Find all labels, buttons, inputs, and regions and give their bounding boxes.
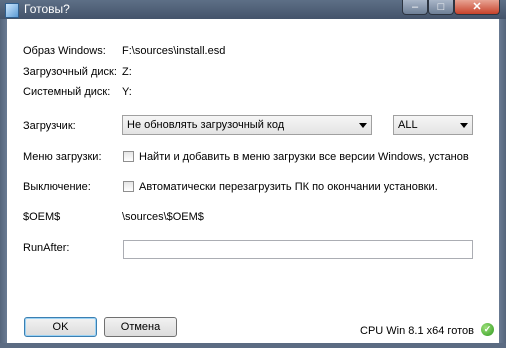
dialog-body: Образ Windows: F:\sources\install.esd За…: [7, 19, 499, 343]
shutdown-label: Выключение:: [23, 181, 91, 193]
runafter-input[interactable]: [123, 240, 473, 259]
bootloader-label: Загрузчик:: [23, 120, 76, 132]
runafter-label: RunAfter:: [23, 242, 70, 254]
chevron-down-icon: [460, 123, 468, 128]
image-value: F:\sources\install.esd: [122, 45, 226, 57]
ok-button[interactable]: OK: [24, 317, 97, 337]
boot-menu-checkbox-label[interactable]: Найти и добавить в меню загрузки все вер…: [139, 151, 469, 164]
window-frame-left: [0, 19, 7, 348]
bootloader-select-value: Не обновлять загрузочный код: [127, 119, 285, 131]
status-text: CPU Win 8.1 x64 готов: [360, 325, 474, 337]
title-bar[interactable]: Готовы? – □ ✕: [0, 0, 506, 19]
boot-menu-checkbox[interactable]: [123, 151, 134, 162]
image-label: Образ Windows:: [23, 45, 106, 57]
window-title: Готовы?: [24, 2, 70, 16]
close-button[interactable]: ✕: [454, 0, 500, 15]
system-disk-label: Системный диск:: [23, 86, 111, 98]
boot-target-select-value: ALL: [398, 119, 418, 131]
maximize-button[interactable]: □: [428, 0, 454, 15]
boot-target-select[interactable]: ALL: [393, 115, 473, 135]
boot-disk-value: Z:: [122, 66, 132, 78]
app-icon: [5, 3, 19, 18]
cancel-button[interactable]: Отмена: [104, 317, 177, 337]
window-frame-right: [499, 19, 506, 348]
boot-disk-label: Загрузочный диск:: [23, 66, 117, 78]
check-circle-icon: ✓: [481, 323, 494, 336]
boot-menu-label: Меню загрузки:: [23, 151, 102, 163]
minimize-button[interactable]: –: [402, 0, 428, 15]
bootloader-select[interactable]: Не обновлять загрузочный код: [122, 115, 372, 135]
window-frame-bottom: [0, 343, 506, 348]
system-disk-value: Y:: [122, 86, 132, 98]
chevron-down-icon: [359, 123, 367, 128]
oem-value: \sources\$OEM$: [122, 211, 204, 223]
oem-label: $OEM$: [23, 211, 61, 223]
shutdown-checkbox-label[interactable]: Автоматически перезагрузить ПК по оконча…: [139, 181, 438, 194]
shutdown-checkbox[interactable]: [123, 181, 134, 192]
